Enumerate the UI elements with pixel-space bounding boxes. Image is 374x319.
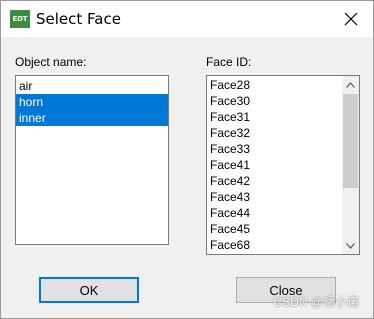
object-list-item[interactable]: air bbox=[16, 78, 168, 94]
face-list-item[interactable]: Face70 bbox=[207, 253, 335, 254]
face-list-item[interactable]: Face31 bbox=[207, 109, 335, 125]
dialog-title: Select Face bbox=[36, 10, 121, 28]
face-list-item[interactable]: Face30 bbox=[207, 93, 335, 109]
face-id-items: Face28 Face30 Face31 Face32 Face33 Face41 Face… bbox=[207, 76, 335, 254]
face-list-item[interactable]: Face68 bbox=[207, 237, 335, 253]
face-id-list[interactable]: Face28 Face30 Face31 Face32 Face33 Face41 Face… bbox=[206, 75, 360, 255]
scroll-thumb[interactable] bbox=[343, 94, 358, 188]
close-icon[interactable] bbox=[335, 4, 367, 34]
face-list-item[interactable]: Face32 bbox=[207, 125, 335, 141]
object-list-item[interactable]: inner bbox=[16, 110, 168, 126]
face-list-item[interactable]: Face43 bbox=[207, 189, 335, 205]
face-list-item[interactable]: Face45 bbox=[207, 221, 335, 237]
object-name-list[interactable]: air horn inner bbox=[15, 75, 169, 245]
object-list-item[interactable]: horn bbox=[16, 94, 168, 110]
watermark: CSDN @岳小诺 bbox=[273, 295, 359, 309]
face-list-item[interactable]: Face44 bbox=[207, 205, 335, 221]
face-id-label: Face ID: bbox=[206, 55, 252, 69]
face-list-item[interactable]: Face42 bbox=[207, 173, 335, 189]
face-list-scrollbar[interactable] bbox=[342, 76, 359, 254]
ok-button[interactable]: OK bbox=[39, 277, 139, 303]
chevron-up-icon[interactable] bbox=[342, 76, 359, 93]
chevron-down-icon[interactable] bbox=[342, 237, 359, 254]
app-icon: EDT bbox=[10, 10, 30, 28]
object-name-label: Object name: bbox=[15, 55, 87, 69]
select-face-dialog: EDT Select Face Object name: air horn inne… bbox=[0, 0, 374, 319]
face-list-item[interactable]: Face28 bbox=[207, 77, 335, 93]
title-bar: EDT Select Face bbox=[1, 1, 373, 37]
face-list-item[interactable]: Face41 bbox=[207, 157, 335, 173]
face-list-item[interactable]: Face33 bbox=[207, 141, 335, 157]
